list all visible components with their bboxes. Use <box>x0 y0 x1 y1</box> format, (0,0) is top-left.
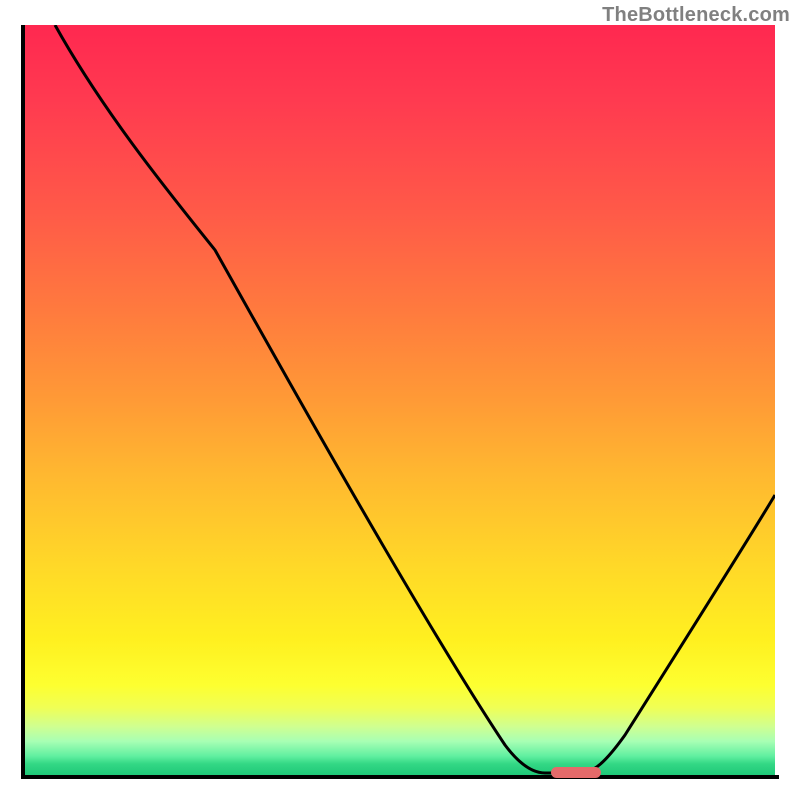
watermark-text: TheBottleneck.com <box>602 4 790 27</box>
background-gradient <box>25 25 775 775</box>
optimal-highlight <box>551 767 601 778</box>
x-axis <box>21 775 779 779</box>
y-axis <box>21 25 25 779</box>
plot-area <box>25 25 775 775</box>
chart-container: TheBottleneck.com <box>0 0 800 800</box>
